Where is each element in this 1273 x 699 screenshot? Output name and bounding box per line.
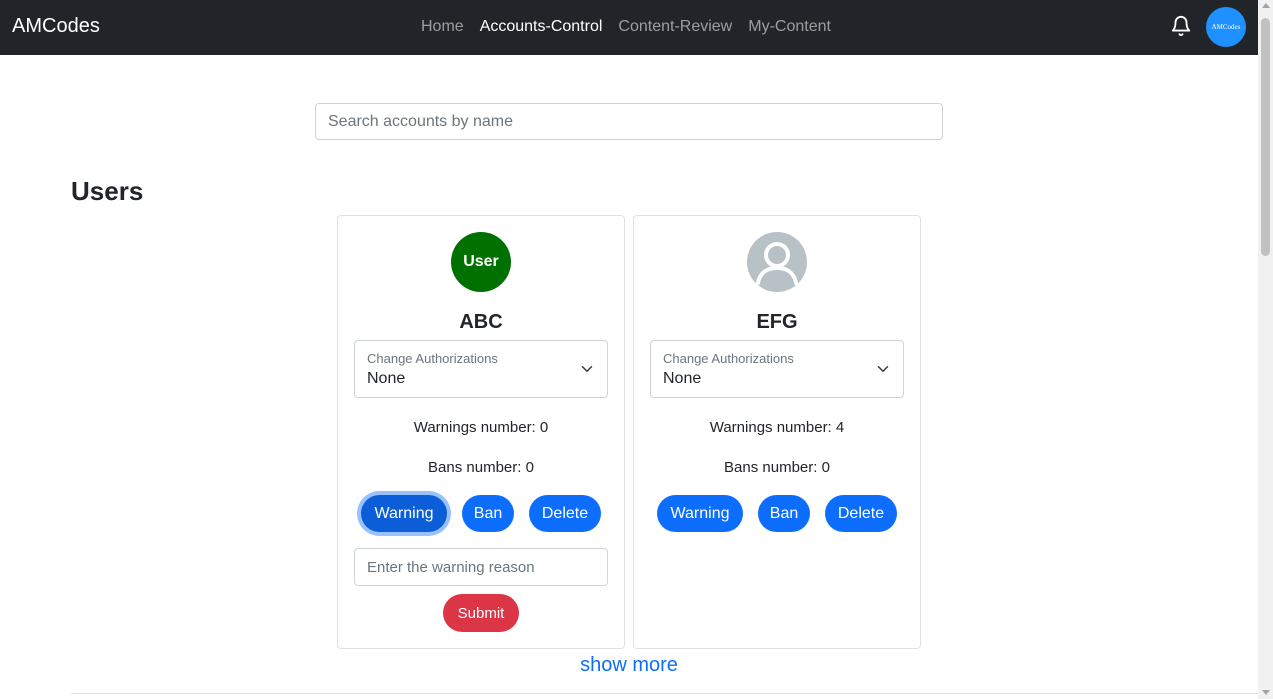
profile-avatar[interactable]: AMCodes — [1206, 7, 1246, 47]
delete-button[interactable]: Delete — [825, 495, 897, 532]
page-title: Users — [71, 176, 144, 206]
user-card: EFG Change Authorizations None Warnings … — [633, 215, 921, 649]
bans-count: Bans number: 0 — [724, 459, 830, 476]
select-label: Change Authorizations — [367, 351, 498, 366]
submit-button[interactable]: Submit — [443, 594, 519, 632]
nav-link-my-content[interactable]: My-Content — [748, 18, 831, 36]
delete-button[interactable]: Delete — [529, 495, 601, 532]
user-name: EFG — [756, 311, 798, 333]
authorization-select[interactable]: Change Authorizations None — [354, 340, 608, 398]
authorization-select[interactable]: Change Authorizations None — [650, 340, 904, 398]
nav-link-accounts-control[interactable]: Accounts-Control — [480, 18, 603, 36]
select-value: None — [663, 370, 702, 387]
select-label: Change Authorizations — [663, 351, 794, 366]
warnings-count: Warnings number: 4 — [709, 419, 845, 436]
bans-count: Bans number: 0 — [428, 459, 534, 476]
nav-links: Home Accounts-Control Content-Review My-… — [421, 18, 831, 36]
scroll-up-arrow-icon[interactable] — [1262, 3, 1270, 8]
default-user-icon — [747, 232, 807, 292]
chevron-down-icon — [581, 366, 593, 372]
scroll-down-arrow-icon[interactable] — [1262, 690, 1270, 695]
warning-button[interactable]: Warning — [657, 495, 743, 532]
nav-link-home[interactable]: Home — [421, 18, 464, 36]
warning-reason-input[interactable] — [354, 548, 608, 586]
warnings-count: Warnings number: 0 — [413, 419, 549, 436]
chevron-down-icon — [877, 366, 889, 372]
search-input[interactable] — [315, 103, 943, 140]
top-navbar: AMCodes Home Accounts-Control Content-Re… — [0, 0, 1258, 55]
divider — [71, 693, 1258, 694]
brand-logo[interactable]: AMCodes — [12, 15, 100, 38]
ban-button[interactable]: Ban — [758, 495, 810, 532]
warning-button[interactable]: Warning — [361, 495, 447, 532]
ban-button[interactable]: Ban — [462, 495, 514, 532]
page-scrollbar[interactable] — [1258, 0, 1273, 699]
scrollbar-thumb[interactable] — [1261, 18, 1270, 256]
user-name: ABC — [459, 311, 503, 333]
bell-icon[interactable] — [1170, 15, 1192, 37]
nav-link-content-review[interactable]: Content-Review — [618, 18, 732, 36]
user-card: User ABC Change Authorizations None Warn… — [337, 215, 625, 649]
select-value: None — [367, 370, 406, 387]
show-more-link[interactable]: show more — [0, 654, 1258, 677]
avatar: User — [451, 232, 511, 292]
